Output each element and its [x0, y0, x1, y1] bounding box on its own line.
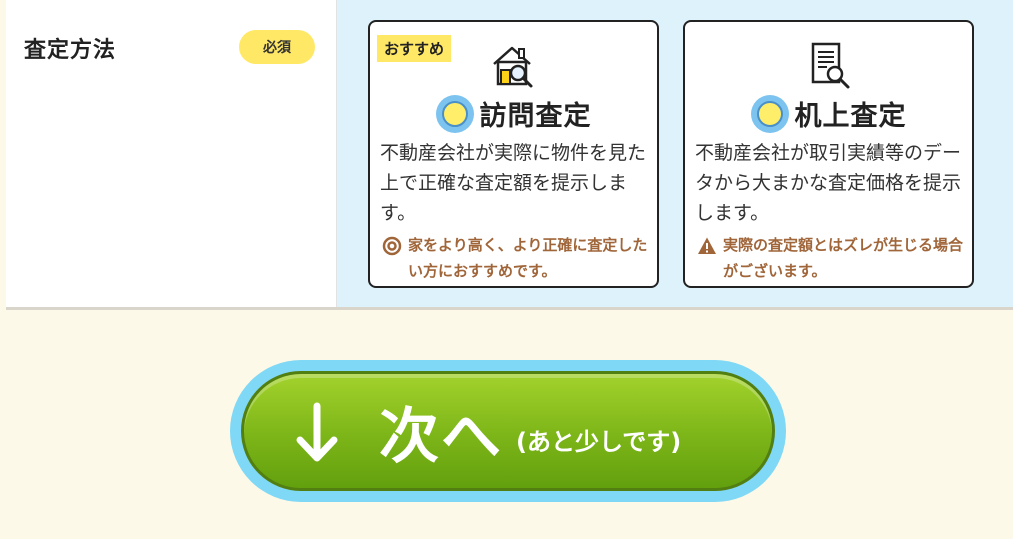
next-button-label: 次へ	[379, 402, 503, 472]
option-desk-assessment[interactable]: 机上査定 不動産会社が取引実績等のデータから大まかな査定価格を提示します。 実際…	[683, 20, 974, 288]
next-button-sublabel: (あと少しです)	[516, 428, 682, 456]
double-circle-icon	[382, 236, 402, 256]
card-note: 家をより高く、より正確に査定したい方におすすめです。	[382, 232, 649, 284]
card-note: 実際の査定額とはズレが生じる場合がございます。	[697, 232, 964, 284]
required-badge: 必須	[239, 30, 315, 64]
recommend-tag: おすすめ	[377, 35, 452, 62]
arrow-down-icon	[296, 402, 338, 462]
card-description: 不動産会社が実際に物件を見た上で正確な査定額を提示します。	[380, 142, 647, 224]
options-cell: おすすめ 訪問査定 不動産会社が実際に物件を見た上で正確な査定額を提示します。	[337, 0, 1013, 307]
warning-icon	[698, 237, 716, 254]
radio-button[interactable]	[750, 94, 789, 133]
option-visit-assessment[interactable]: おすすめ 訪問査定 不動産会社が実際に物件を見た上で正確な査定額を提示します。	[368, 20, 659, 288]
document-search-icon	[811, 42, 849, 89]
card-title: 机上査定	[794, 101, 907, 132]
house-search-icon	[492, 46, 532, 88]
next-button[interactable]: 次へ (あと少しです)	[230, 360, 786, 502]
next-button-inner: 次へ (あと少しです)	[241, 371, 775, 491]
card-title-row: 訪問査定	[370, 94, 657, 133]
card-note-text: 家をより高く、より正確に査定したい方におすすめです。	[408, 236, 648, 280]
label-cell: 査定方法 必須	[6, 0, 337, 307]
card-title: 訪問査定	[479, 101, 592, 132]
radio-dot	[441, 100, 468, 127]
assessment-method-row: 査定方法 必須 おすすめ 訪問査定 不動産会社が実際に物件を見た上で正確な査定額…	[6, 0, 1013, 310]
card-description: 不動産会社が取引実績等のデータから大まかな査定価格を提示します。	[695, 142, 962, 224]
card-note-text: 実際の査定額とはズレが生じる場合がございます。	[723, 236, 964, 280]
card-title-row: 机上査定	[685, 94, 972, 133]
radio-button[interactable]	[435, 94, 474, 133]
field-label: 査定方法	[24, 38, 117, 63]
radio-dot	[756, 100, 783, 127]
